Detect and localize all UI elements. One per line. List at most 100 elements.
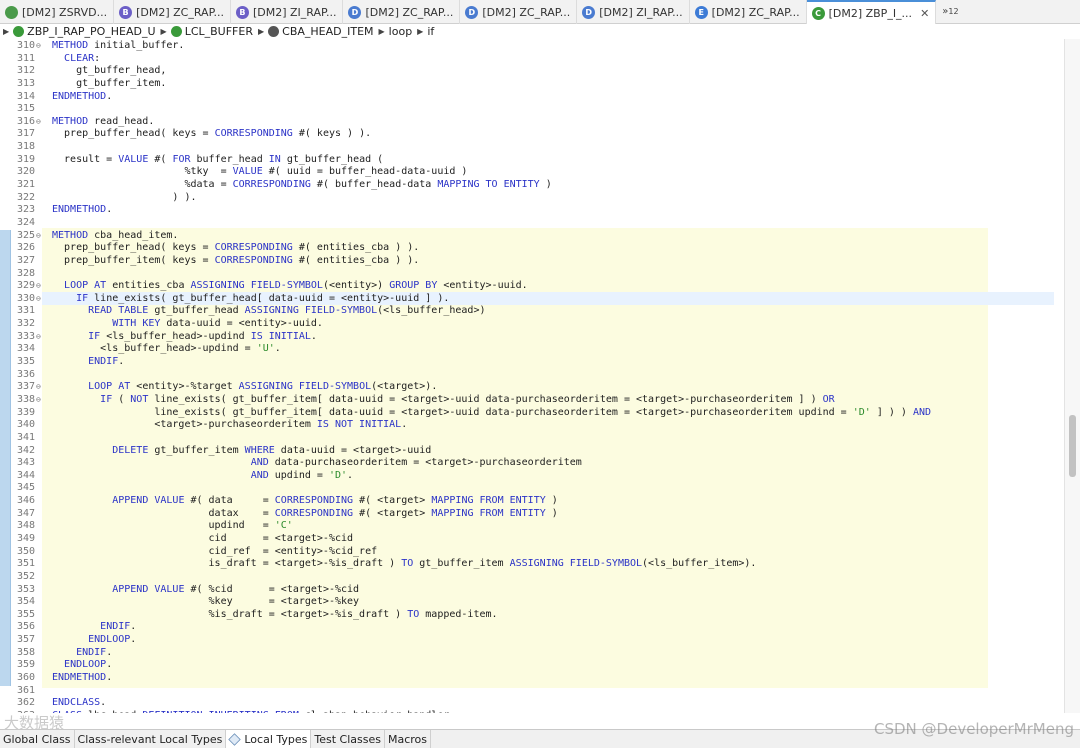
editor-tab-5[interactable]: D [DM2] ZI_RAP...	[577, 0, 690, 24]
code-line[interactable]: 344 AND updind = 'D'.	[0, 470, 1080, 483]
section-tab-2[interactable]: Local Types	[226, 730, 312, 748]
code-line[interactable]: 325 ⊖ METHOD cba_head_item.	[0, 230, 1080, 243]
code-line[interactable]: 327 prep_buffer_item( keys = CORRESPONDI…	[0, 255, 1080, 268]
section-tab-4[interactable]: Macros	[385, 730, 432, 748]
editor-tab-1[interactable]: B [DM2] ZC_RAP...	[114, 0, 231, 24]
code-line[interactable]: 359 ENDLOOP.	[0, 659, 1080, 672]
section-tab-0[interactable]: Global Class	[0, 730, 75, 748]
breadcrumb-item[interactable]: ZBP_I_RAP_PO_HEAD_U	[13, 25, 156, 38]
code-line[interactable]: 315	[0, 103, 1080, 116]
code-line[interactable]: 337 ⊖ LOOP AT <entity>-%target ASSIGNING …	[0, 381, 1080, 394]
code-line[interactable]: 318	[0, 141, 1080, 154]
code-line[interactable]: 317 prep_buffer_head( keys = CORRESPONDI…	[0, 128, 1080, 141]
code-line[interactable]: 346 APPEND VALUE #( data = CORRESPONDING…	[0, 495, 1080, 508]
code-line[interactable]: 358 ENDIF.	[0, 647, 1080, 660]
breadcrumb-item[interactable]: CBA_HEAD_ITEM	[268, 25, 374, 38]
code-line[interactable]: 351 is_draft = <target>-%is_draft ) TO g…	[0, 558, 1080, 571]
code-line[interactable]: 312 gt_buffer_head,	[0, 65, 1080, 78]
code-line[interactable]: 319 result = VALUE #( FOR buffer_head IN…	[0, 154, 1080, 167]
line-number: 338	[16, 393, 35, 405]
code-line[interactable]: 326 prep_buffer_head( keys = CORRESPONDI…	[0, 242, 1080, 255]
line-number: 320	[16, 166, 35, 178]
editor-tab-2[interactable]: B [DM2] ZI_RAP...	[231, 0, 344, 24]
editor-tab-bar: [DM2] ZSRVD... B [DM2] ZC_RAP... B [DM2] ZI_…	[0, 0, 1080, 25]
code-line[interactable]: 313 gt_buffer_item.	[0, 78, 1080, 91]
code-line[interactable]: 363CLASS lhc_head DEFINITION INHERITING …	[0, 710, 1080, 713]
code-line[interactable]: 340 <target>-purchaseorderitem IS NOT IN…	[0, 419, 1080, 432]
code-line[interactable]: 339 line_exists( gt_buffer_item[ data-uu…	[0, 407, 1080, 420]
code-line[interactable]: 332 WITH KEY data-uuid = <entity>-uuid.	[0, 318, 1080, 331]
line-number: 317	[16, 128, 35, 140]
breadcrumb-item[interactable]: if	[427, 25, 434, 38]
code-line[interactable]: 311 CLEAR:	[0, 53, 1080, 66]
code-line[interactable]: 334 <ls_buffer_head>-updind = 'U'.	[0, 343, 1080, 356]
line-number: 312	[16, 65, 35, 77]
code-line[interactable]: 328	[0, 268, 1080, 281]
code-text: METHOD initial_buffer.	[52, 40, 185, 51]
breadcrumb-item[interactable]: LCL_BUFFER	[170, 25, 253, 38]
code-line[interactable]: 331 READ TABLE gt_buffer_head ASSIGNING …	[0, 305, 1080, 318]
code-text: line_exists( gt_buffer_item[ data-uuid =…	[52, 406, 932, 418]
tab-overflow-button[interactable]: » 12	[936, 0, 958, 23]
line-number: 360	[16, 672, 35, 684]
line-number: 340	[16, 419, 35, 431]
code-line[interactable]: 356 ENDIF.	[0, 621, 1080, 634]
code-line[interactable]: 316 ⊖ METHOD read_head.	[0, 116, 1080, 129]
code-line[interactable]: 345	[0, 482, 1080, 495]
breadcrumb-item[interactable]: loop	[389, 25, 413, 38]
editor-tab-7[interactable]: C [DM2] ZBP_I_... ✕	[806, 0, 937, 25]
code-line[interactable]: 350 cid_ref = <entity>-%cid_ref	[0, 546, 1080, 559]
code-line[interactable]: 330 ⊖ IF line_exists( gt_buffer_head[ dat…	[0, 293, 1080, 306]
code-line[interactable]: 343 AND data-purchaseorderitem = <target…	[0, 457, 1080, 470]
code-text: CLEAR:	[64, 52, 101, 64]
code-line[interactable]: 338 ⊖ IF ( NOT line_exists( gt_buffer_ite…	[0, 394, 1080, 407]
code-line[interactable]: 320 %tky = VALUE #( uuid = buffer_head-d…	[0, 166, 1080, 179]
code-lines[interactable]: 310 ⊖ METHOD initial_buffer. 311 CLEAR: 312 …	[0, 40, 1080, 713]
line-number: 354	[16, 596, 35, 608]
code-text: IF <ls_buffer_head>-updind IS INITIAL.	[88, 330, 317, 342]
editor-tab-6[interactable]: E [DM2] ZC_RAP...	[690, 0, 807, 24]
scrollbar-thumb[interactable]	[1069, 415, 1076, 477]
code-line[interactable]: 324	[0, 217, 1080, 230]
code-line[interactable]: 321 %data = CORRESPONDING #( buffer_head…	[0, 179, 1080, 192]
code-line[interactable]: 347 datax = CORRESPONDING #( <target> MA…	[0, 508, 1080, 521]
code-line[interactable]: 342 DELETE gt_buffer_item WHERE data-uui…	[0, 445, 1080, 458]
code-line[interactable]: 349 cid = <target>-%cid	[0, 533, 1080, 546]
code-line[interactable]: 352	[0, 571, 1080, 584]
code-line[interactable]: 310 ⊖ METHOD initial_buffer.	[0, 40, 1080, 53]
code-line[interactable]: 361	[0, 685, 1080, 698]
code-line[interactable]: 360 ENDMETHOD.	[0, 672, 1080, 685]
code-line[interactable]: 322 ) ).	[0, 192, 1080, 205]
code-line[interactable]: 354 %key = <target>-%key	[0, 596, 1080, 609]
code-text: WITH KEY data-uuid = <entity>-uuid.	[112, 318, 323, 330]
editor-tab-4[interactable]: D [DM2] ZC_RAP...	[460, 0, 578, 24]
code-text: result = VALUE #( FOR buffer_head IN gt_…	[52, 153, 384, 165]
code-line[interactable]: 355 %is_draft = <target>-%is_draft ) TO …	[0, 609, 1080, 622]
code-line[interactable]: 333 ⊖ IF <ls_buffer_head>-updind IS INITI…	[0, 331, 1080, 344]
code-editor[interactable]: 310 ⊖ METHOD initial_buffer. 311 CLEAR: 312 …	[0, 39, 1080, 713]
tab-label: [DM2] ZSRVD...	[22, 5, 108, 19]
code-line[interactable]: 362 ENDCLASS.	[0, 697, 1080, 710]
code-line[interactable]: 357 ENDLOOP.	[0, 634, 1080, 647]
section-tab-label: Class-relevant Local Types	[77, 732, 223, 746]
code-line[interactable]: 353 APPEND VALUE #( %cid = <target>-%cid	[0, 584, 1080, 597]
service-definition-icon	[5, 5, 18, 19]
section-tab-1[interactable]: Class-relevant Local Types	[75, 730, 227, 748]
code-line[interactable]: 323 ENDMETHOD.	[0, 204, 1080, 217]
code-line[interactable]: 341	[0, 432, 1080, 445]
close-icon[interactable]: ✕	[920, 7, 929, 20]
code-line[interactable]: 329 ⊖ LOOP AT entities_cba ASSIGNING FIEL…	[0, 280, 1080, 293]
code-text: %data = CORRESPONDING #( buffer_head-dat…	[52, 179, 552, 191]
editor-tab-3[interactable]: D [DM2] ZC_RAP...	[343, 0, 461, 24]
editor-tab-0[interactable]: [DM2] ZSRVD...	[0, 0, 115, 24]
code-text: %is_draft = <target>-%is_draft ) TO mapp…	[52, 608, 498, 620]
code-line[interactable]: 336	[0, 369, 1080, 382]
section-tab-3[interactable]: Test Classes	[311, 730, 385, 748]
code-line[interactable]: 335 ENDIF.	[0, 356, 1080, 369]
code-line[interactable]: 314 ENDMETHOD.	[0, 91, 1080, 104]
vertical-scrollbar[interactable]	[1064, 39, 1080, 713]
code-line[interactable]: 348 updind = 'C'	[0, 520, 1080, 533]
line-number: 316	[16, 115, 35, 127]
